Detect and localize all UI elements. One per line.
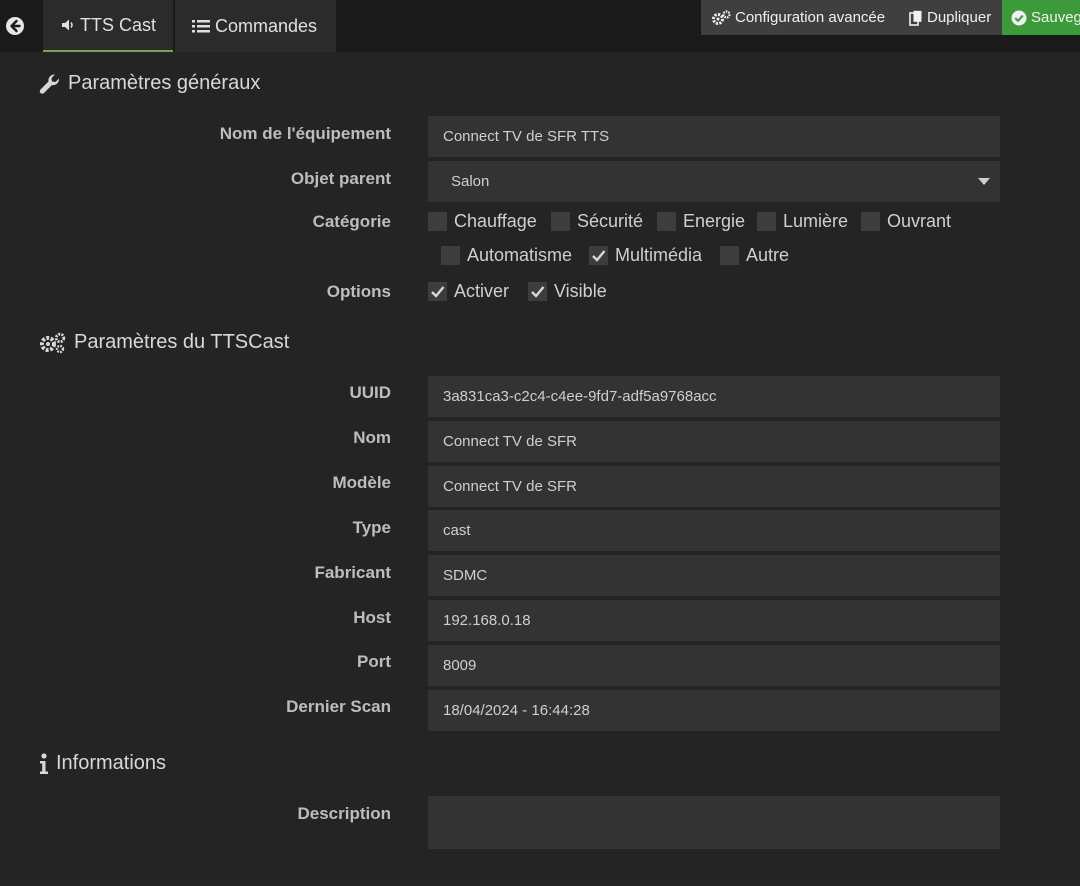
check-mark-icon xyxy=(431,286,445,298)
last-scan-label: Dernier Scan xyxy=(286,697,391,716)
copy-icon xyxy=(909,10,923,26)
select-value: Salon xyxy=(451,173,490,190)
field-value: SDMC xyxy=(443,567,488,584)
duplicate-button[interactable]: Dupliquer xyxy=(902,0,1002,35)
check-mark-icon xyxy=(531,286,545,298)
type-label: Type xyxy=(352,518,391,537)
section-info-title: Informations xyxy=(39,752,166,775)
checkbox xyxy=(428,212,447,231)
back-arrow-icon[interactable] xyxy=(5,16,25,36)
host-label: Host xyxy=(353,608,391,627)
checkbox-label: Lumière xyxy=(783,211,849,231)
type-field[interactable]: cast xyxy=(428,510,1000,551)
option-checkbox-visible[interactable]: Visible xyxy=(528,281,607,302)
equipment-name-label: Nom de l'équipement xyxy=(219,124,391,143)
port-field[interactable]: 8009 xyxy=(428,645,1000,686)
check-mark-icon xyxy=(592,250,606,262)
checkbox-label: Visible xyxy=(554,281,607,301)
tab-label: Commandes xyxy=(215,15,318,36)
category-checkbox-multimedia[interactable]: Multimédia xyxy=(589,245,702,266)
input-value: Connect TV de SFR TTS xyxy=(443,128,610,145)
list-icon xyxy=(192,19,210,33)
checkbox-label: Ouvrant xyxy=(887,211,952,231)
advanced-config-button[interactable]: Configuration avancée xyxy=(701,0,902,35)
save-button[interactable]: Sauvegarder xyxy=(1002,0,1080,35)
category-checkbox-automatisme[interactable]: Automatisme xyxy=(441,245,572,266)
volume-icon xyxy=(61,18,75,32)
section-title-text: Paramètres généraux xyxy=(68,72,261,94)
category-checkbox-ouvrant[interactable]: Ouvrant xyxy=(861,211,951,232)
field-value: cast xyxy=(443,522,471,539)
checkbox-label: Activer xyxy=(454,281,510,301)
section-title-text: Informations xyxy=(56,752,167,774)
info-icon xyxy=(39,752,49,775)
button-label: Configuration avancée xyxy=(735,9,886,26)
uuid-label: UUID xyxy=(349,383,391,402)
port-label: Port xyxy=(357,652,391,671)
last-scan-field[interactable]: 18/04/2024 - 16:44:28 xyxy=(428,690,1000,731)
tab-tts-cast[interactable]: TTS Cast xyxy=(43,0,173,52)
section-title-text: Paramètres du TTSCast xyxy=(74,331,290,353)
category-checkbox-chauffage[interactable]: Chauffage xyxy=(428,211,537,232)
checkbox-label: Sécurité xyxy=(577,211,644,231)
field-value: Connect TV de SFR xyxy=(443,433,577,450)
tab-commandes[interactable]: Commandes xyxy=(175,0,336,52)
tab-label: TTS Cast xyxy=(80,14,157,35)
modele-field[interactable]: Connect TV de SFR xyxy=(428,466,1000,507)
category-checkbox-securite[interactable]: Sécurité xyxy=(551,211,643,232)
checkbox-label: Energie xyxy=(683,211,746,231)
gears-icon xyxy=(712,9,731,26)
check-circle-icon xyxy=(1011,10,1027,26)
field-value: 18/04/2024 - 16:44:28 xyxy=(443,702,590,719)
description-label: Description xyxy=(297,804,391,823)
modele-label: Modèle xyxy=(332,473,391,492)
section-general-title: Paramètres généraux xyxy=(39,72,260,95)
button-label: Sauvegarder xyxy=(1031,9,1080,26)
checkbox xyxy=(589,246,608,265)
checkbox xyxy=(441,246,460,265)
parent-object-label: Objet parent xyxy=(290,169,391,188)
checkbox xyxy=(528,282,547,301)
checkbox xyxy=(551,212,570,231)
equipment-name-input[interactable]: Connect TV de SFR TTS xyxy=(428,116,1000,157)
nom-field[interactable]: Connect TV de SFR xyxy=(428,421,1000,462)
field-value: 3a831ca3-c2c4-c4ee-9fd7-adf5a9768acc xyxy=(443,388,717,405)
category-checkbox-lumiere[interactable]: Lumière xyxy=(757,211,848,232)
checkbox-label: Autre xyxy=(746,245,790,265)
button-label: Dupliquer xyxy=(927,9,992,26)
host-field[interactable]: 192.168.0.18 xyxy=(428,600,1000,641)
top-bar: TTS Cast Commandes Configuration avancée… xyxy=(0,0,1080,52)
checkbox-label: Chauffage xyxy=(454,211,537,231)
category-checkbox-autre[interactable]: Autre xyxy=(720,245,789,266)
checkbox-label: Multimédia xyxy=(615,245,703,265)
checkbox-label: Automatisme xyxy=(467,245,573,265)
nom-label: Nom xyxy=(353,428,391,447)
fabricant-label: Fabricant xyxy=(314,563,391,582)
description-textarea[interactable] xyxy=(428,796,1000,849)
field-value: Connect TV de SFR xyxy=(443,478,577,495)
wrench-icon xyxy=(39,73,61,95)
gears-icon xyxy=(39,332,67,354)
section-ttscast-title: Paramètres du TTSCast xyxy=(39,331,289,354)
category-label: Catégorie xyxy=(312,212,391,231)
checkbox xyxy=(757,212,776,231)
checkbox xyxy=(428,282,447,301)
parent-object-select[interactable]: Salon xyxy=(428,161,1000,202)
checkbox xyxy=(861,212,880,231)
field-value: 192.168.0.18 xyxy=(443,612,531,629)
options-label: Options xyxy=(326,282,391,301)
fabricant-field[interactable]: SDMC xyxy=(428,555,1000,596)
field-value: 8009 xyxy=(443,657,477,674)
checkbox xyxy=(720,246,739,265)
category-checkbox-energie[interactable]: Energie xyxy=(657,211,745,232)
caret-down-icon xyxy=(978,178,990,185)
option-checkbox-activer[interactable]: Activer xyxy=(428,281,509,302)
uuid-field[interactable]: 3a831ca3-c2c4-c4ee-9fd7-adf5a9768acc xyxy=(428,376,1000,417)
checkbox xyxy=(657,212,676,231)
